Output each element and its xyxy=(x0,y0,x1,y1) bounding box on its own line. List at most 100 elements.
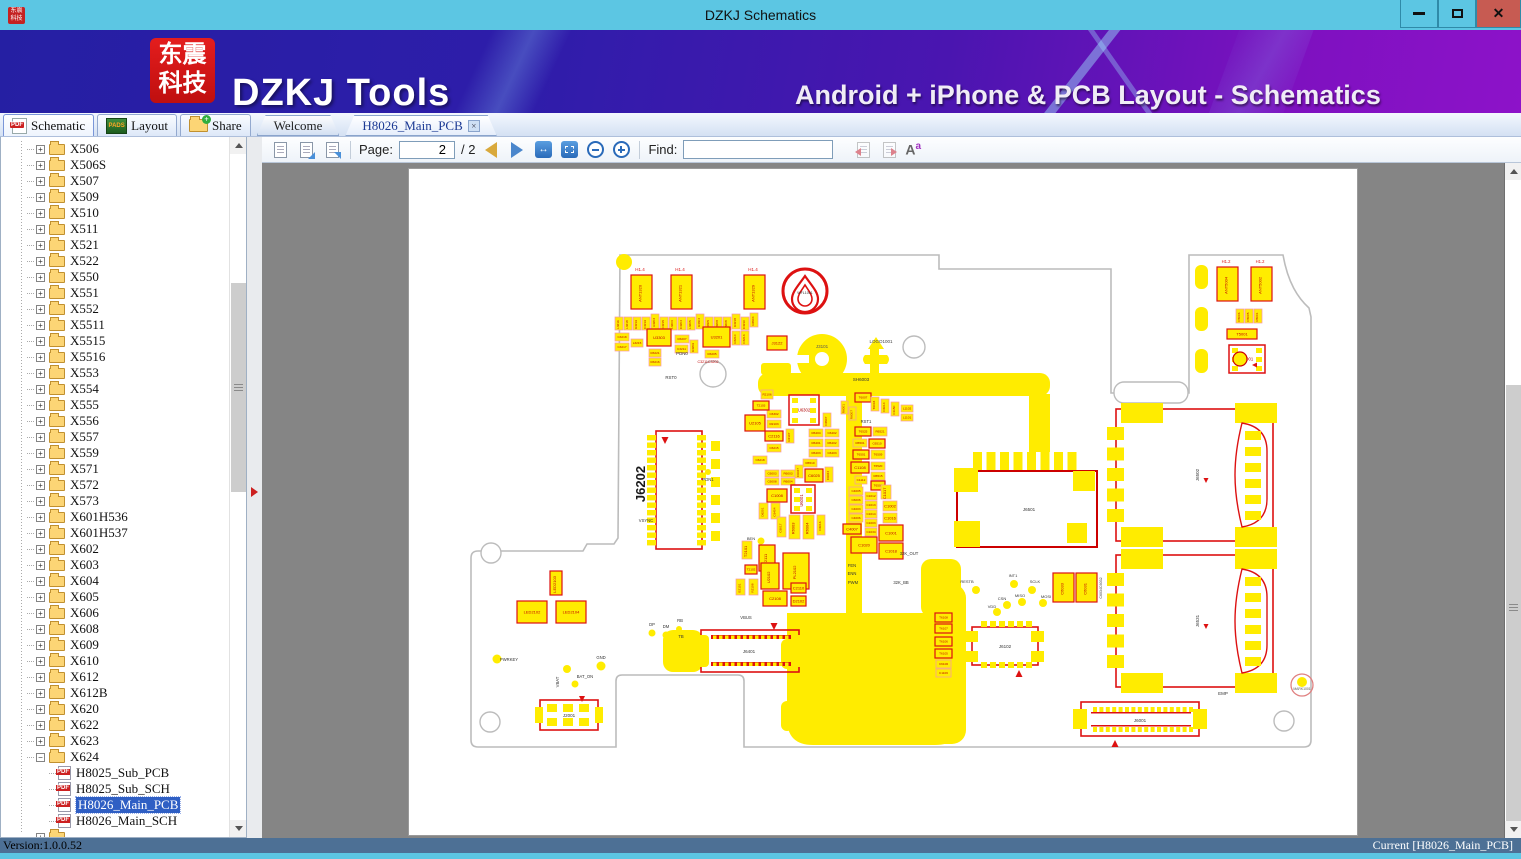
expand-icon[interactable]: + xyxy=(36,368,45,378)
tree-item-X507[interactable]: + X507 xyxy=(1,172,229,189)
expand-icon[interactable]: + xyxy=(36,544,45,554)
tab-schematic[interactable]: PDF Schematic xyxy=(3,114,95,136)
expand-icon[interactable]: + xyxy=(36,592,45,602)
page-view-icon[interactable] xyxy=(270,140,290,160)
scroll-down-icon[interactable] xyxy=(230,820,246,837)
tree-item-X609[interactable]: + X609 xyxy=(1,636,229,653)
tree-item-X612[interactable]: + X612 xyxy=(1,668,229,685)
fit-width-icon[interactable]: ↔ xyxy=(533,140,553,160)
expand-icon[interactable]: + xyxy=(36,432,45,442)
tree-item-X573[interactable]: + X573 xyxy=(1,492,229,509)
expand-icon[interactable]: + xyxy=(36,320,45,330)
expand-icon[interactable]: + xyxy=(36,224,45,234)
tab-layout[interactable]: PADS Layout xyxy=(97,114,177,136)
expand-icon[interactable]: + xyxy=(36,736,45,746)
tree-item-X571[interactable]: + X571 xyxy=(1,460,229,477)
tree-item-X5515[interactable]: + X5515 xyxy=(1,332,229,349)
splitter-collapse-icon[interactable] xyxy=(251,487,258,497)
tree-item-X602[interactable]: + X602 xyxy=(1,540,229,557)
tree-item-X606[interactable]: + X606 xyxy=(1,604,229,621)
scroll-up-icon[interactable] xyxy=(1505,163,1521,180)
expand-icon[interactable]: + xyxy=(36,384,45,394)
expand-icon[interactable]: + xyxy=(36,720,45,730)
tree-item-X511[interactable]: + X511 xyxy=(1,220,229,237)
tree-item-X554[interactable]: + X554 xyxy=(1,380,229,397)
scroll-down-icon[interactable] xyxy=(1505,821,1521,838)
doc-tab-h8026-main-pcb[interactable]: H8026_Main_PCB × xyxy=(345,115,496,136)
expand-icon[interactable]: + xyxy=(36,336,45,346)
tree-item-X601H537[interactable]: + X601H537 xyxy=(1,524,229,541)
expand-icon[interactable]: + xyxy=(36,640,45,650)
viewer-scrollbar[interactable] xyxy=(1504,163,1521,838)
expand-icon[interactable]: + xyxy=(36,192,45,202)
tree-scrollbar-thumb[interactable] xyxy=(231,283,246,492)
expand-icon[interactable]: + xyxy=(36,528,45,538)
expand-icon[interactable]: + xyxy=(36,256,45,266)
expand-icon[interactable]: + xyxy=(36,240,45,250)
tree-item-X603[interactable]: + X603 xyxy=(1,556,229,573)
tree-item-X605[interactable]: + X605 xyxy=(1,588,229,605)
tree-item-X506S[interactable]: + X506S xyxy=(1,156,229,173)
viewer-scrollbar-thumb[interactable] xyxy=(1506,385,1521,830)
sidebar-splitter[interactable] xyxy=(247,137,262,838)
tree-item-X610[interactable]: + X610 xyxy=(1,652,229,669)
expand-icon[interactable]: + xyxy=(36,496,45,506)
tree-item-X509[interactable]: + X509 xyxy=(1,188,229,205)
tree-item-H8025_Sub_PCB[interactable]: PDF H8025_Sub_PCB xyxy=(1,765,229,781)
expand-icon[interactable]: + xyxy=(36,160,45,170)
maximize-button[interactable] xyxy=(1438,0,1476,28)
expand-icon[interactable]: + xyxy=(36,512,45,522)
expand-icon[interactable]: + xyxy=(36,416,45,426)
tree-item-X608[interactable]: + X608 xyxy=(1,620,229,637)
expand-icon[interactable]: + xyxy=(36,480,45,490)
tree-item-X522[interactable]: + X522 xyxy=(1,252,229,269)
expand-icon[interactable]: + xyxy=(36,448,45,458)
tree-item-X624[interactable]: − X624 xyxy=(1,748,229,765)
tree-item-X5511[interactable]: + X5511 xyxy=(1,316,229,333)
rotate-left-icon[interactable] xyxy=(296,140,316,160)
tree-item-X555[interactable]: + X555 xyxy=(1,396,229,413)
expand-icon[interactable]: + xyxy=(36,304,45,314)
previous-page-icon[interactable] xyxy=(481,140,501,160)
find-input[interactable] xyxy=(683,140,834,159)
expand-icon[interactable]: + xyxy=(36,672,45,682)
tree-item-X521[interactable]: + X521 xyxy=(1,236,229,253)
tree-item-X601H536[interactable]: + X601H536 xyxy=(1,508,229,525)
fit-page-icon[interactable] xyxy=(559,140,579,160)
tree-item-X559[interactable]: + X559 xyxy=(1,444,229,461)
expand-icon[interactable]: + xyxy=(36,208,45,218)
tree-scrollbar[interactable] xyxy=(229,137,246,837)
minimize-button[interactable] xyxy=(1400,0,1438,28)
tree-item-X506[interactable]: + X506 xyxy=(1,140,229,157)
font-case-icon[interactable]: Aa xyxy=(905,141,921,158)
tree-item-X572[interactable]: + X572 xyxy=(1,476,229,493)
expand-icon[interactable]: + xyxy=(36,400,45,410)
tree-item-X623[interactable]: + X623 xyxy=(1,732,229,749)
tree-item-X620[interactable]: + X620 xyxy=(1,700,229,717)
find-next-icon[interactable] xyxy=(879,140,899,160)
tree-item-X612B[interactable]: + X612B xyxy=(1,684,229,701)
tree-item-X557[interactable]: + X557 xyxy=(1,428,229,445)
tree-item-X552[interactable]: + X552 xyxy=(1,300,229,317)
expand-icon[interactable]: + xyxy=(36,624,45,634)
close-tab-icon[interactable]: × xyxy=(468,120,480,132)
expand-icon[interactable]: + xyxy=(36,704,45,714)
collapse-icon[interactable]: − xyxy=(36,752,45,762)
zoom-out-icon[interactable] xyxy=(585,140,605,160)
expand-icon[interactable]: + xyxy=(36,464,45,474)
tree-item-H8026_Main_PCB[interactable]: PDF H8026_Main_PCB xyxy=(1,796,229,814)
page-input[interactable] xyxy=(398,140,455,159)
tree-item-X556[interactable]: + X556 xyxy=(1,412,229,429)
tab-share[interactable]: + Share xyxy=(179,114,251,136)
tree-item-X604[interactable]: + X604 xyxy=(1,572,229,589)
scroll-up-icon[interactable] xyxy=(230,137,246,154)
close-button[interactable]: ✕ xyxy=(1476,0,1521,28)
expand-icon[interactable]: + xyxy=(36,352,45,362)
tree-item-X553[interactable]: + X553 xyxy=(1,364,229,381)
next-page-icon[interactable] xyxy=(507,140,527,160)
expand-icon[interactable]: + xyxy=(36,608,45,618)
tree-item-X622[interactable]: + X622 xyxy=(1,716,229,733)
expand-icon[interactable]: + xyxy=(36,144,45,154)
find-previous-icon[interactable] xyxy=(853,140,873,160)
zoom-in-icon[interactable] xyxy=(611,140,631,160)
